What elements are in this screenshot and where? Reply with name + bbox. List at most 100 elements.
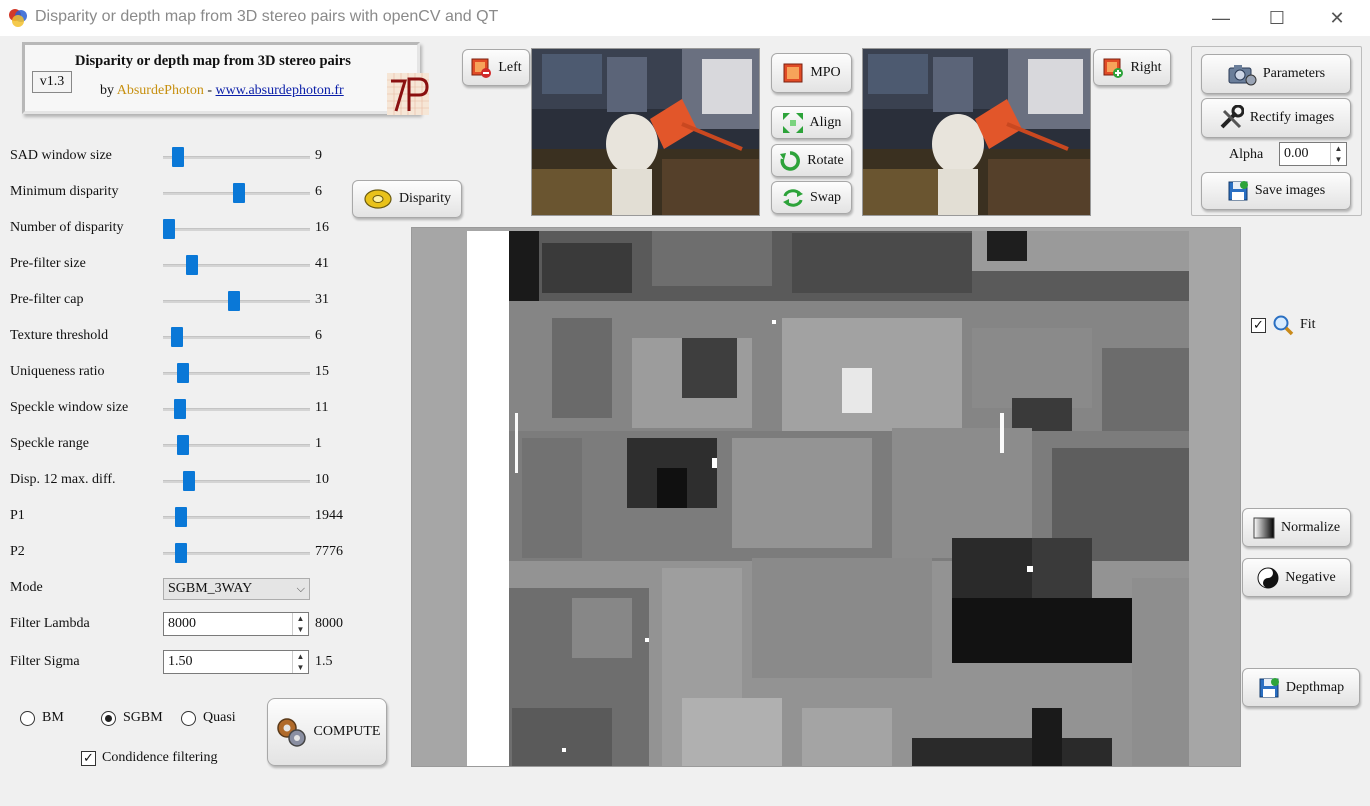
slider-handle[interactable] (172, 147, 184, 167)
swap-button[interactable]: Swap (771, 181, 852, 214)
negative-button[interactable]: Negative (1242, 558, 1351, 597)
compute-button[interactable]: COMPUTE (267, 698, 387, 766)
left-stereo-image (532, 49, 759, 215)
radio-quasi[interactable]: Quasi (181, 710, 236, 726)
right-image-thumbnail[interactable] (862, 48, 1091, 216)
normalize-button[interactable]: Normalize (1242, 508, 1351, 547)
left-image-thumbnail[interactable] (531, 48, 760, 216)
negative-button-label: Negative (1285, 569, 1336, 585)
minimize-button[interactable]: — (1198, 0, 1244, 36)
slider-handle[interactable] (228, 291, 240, 311)
slider-handle[interactable] (183, 471, 195, 491)
slider-label: Texture threshold (10, 328, 109, 343)
rectify-images-button[interactable]: Rectify images (1201, 98, 1351, 138)
slider-value: 31 (315, 292, 329, 307)
load-left-button[interactable]: Left (462, 49, 530, 86)
depthmap-button[interactable]: Depthmap (1242, 668, 1360, 707)
spin-up-icon[interactable]: ▲ (1331, 143, 1346, 154)
slider-handle[interactable] (175, 543, 187, 563)
credits: by AbsurdePhoton - www.absurdephoton.fr (100, 83, 344, 99)
filter-lambda-row: Filter Lambda 8000 ▲ ▼ 8000 (10, 612, 350, 638)
magnifier-icon (1273, 315, 1294, 336)
slider-handle[interactable] (175, 507, 187, 527)
window-title: Disparity or depth map from 3D stereo pa… (35, 8, 499, 25)
slider-value: 11 (315, 400, 329, 415)
alpha-input-value: 0.00 (1284, 146, 1309, 161)
spin-down-icon[interactable]: ▼ (1331, 154, 1346, 165)
slider-handle[interactable] (171, 327, 183, 347)
save-images-button-label: Save images (1254, 183, 1326, 198)
align-button[interactable]: Align (771, 106, 852, 139)
spin-up-icon[interactable]: ▲ (293, 613, 308, 624)
slider-row: Pre-filter cap 31 (10, 290, 350, 312)
slider-handle[interactable] (177, 435, 189, 455)
filter-lambda-input[interactable]: 8000 ▲ ▼ (163, 612, 309, 636)
slider-row: P1 1944 (10, 506, 350, 528)
slider-handle[interactable] (163, 219, 175, 239)
radio-quasi-indicator[interactable] (181, 710, 196, 726)
save-images-button[interactable]: Save images (1201, 172, 1351, 210)
parameters-button-label: Parameters (1262, 66, 1326, 81)
slider-track[interactable] (163, 336, 310, 339)
filter-lambda-value: 8000 (315, 616, 343, 631)
yin-yang-icon (1257, 567, 1279, 588)
spin-up-icon[interactable]: ▲ (293, 651, 308, 662)
spin-buttons[interactable]: ▲ ▼ (1330, 143, 1346, 165)
slider-value: 41 (315, 256, 329, 271)
spin-down-icon[interactable]: ▼ (293, 662, 308, 673)
title-bar: Disparity or depth map from 3D stereo pa… (0, 0, 1370, 36)
absurdephoton-logo (387, 73, 429, 115)
disparity-map-viewer[interactable] (411, 227, 1241, 767)
disparity-button[interactable]: Disparity (352, 180, 462, 218)
author-name: AbsurdePhoton (116, 83, 204, 98)
filter-sigma-value: 1.5 (315, 654, 333, 669)
parameters-button[interactable]: Parameters (1201, 54, 1351, 94)
slider-handle[interactable] (186, 255, 198, 275)
slider-value: 7776 (315, 544, 343, 559)
radio-quasi-label: Quasi (203, 710, 236, 725)
version-badge: v1.3 (32, 71, 72, 93)
slider-handle[interactable] (233, 183, 245, 203)
slider-value: 9 (315, 148, 322, 163)
slider-track[interactable] (163, 156, 310, 159)
load-right-button[interactable]: Right (1093, 49, 1171, 86)
image-add-icon (1103, 58, 1124, 78)
alpha-input[interactable]: 0.00 ▲ ▼ (1279, 142, 1347, 166)
credits-separator: - (203, 83, 216, 98)
filter-lambda-input-value: 8000 (168, 616, 196, 631)
checkbox-check-icon[interactable]: ✓ (81, 750, 96, 766)
confidence-filtering-checkbox[interactable]: ✓ Condidence filtering (81, 750, 217, 766)
slider-row: Minimum disparity 6 (10, 182, 350, 204)
rotate-icon (780, 150, 801, 171)
checkbox-check-icon[interactable]: ✓ (1251, 317, 1266, 333)
slider-row: Number of disparity 16 (10, 218, 350, 240)
spin-buttons[interactable]: ▲ ▼ (292, 651, 308, 673)
fit-checkbox[interactable]: ✓ Fit (1251, 314, 1316, 336)
mpo-button[interactable]: MPO (771, 53, 852, 93)
mode-select[interactable]: SGBM_3WAY ⌵ (163, 578, 310, 600)
slider-label: SAD window size (10, 148, 112, 163)
radio-bm-indicator[interactable] (20, 710, 35, 726)
radio-bm[interactable]: BM (20, 710, 64, 726)
slider-track[interactable] (163, 228, 310, 231)
radio-sgbm-indicator[interactable] (101, 710, 116, 726)
website-link[interactable]: www.absurdephoton.fr (216, 83, 344, 98)
radio-sgbm[interactable]: SGBM (101, 710, 163, 726)
slider-label: Speckle window size (10, 400, 129, 415)
filter-sigma-input[interactable]: 1.50 ▲ ▼ (163, 650, 309, 674)
close-button[interactable]: ✕ (1314, 0, 1360, 36)
slider-handle[interactable] (177, 363, 189, 383)
rotate-button[interactable]: Rotate (771, 144, 852, 177)
spin-down-icon[interactable]: ▼ (293, 624, 308, 635)
right-stereo-image (863, 49, 1090, 215)
right-button-label: Right (1130, 59, 1162, 75)
slider-handle[interactable] (174, 399, 186, 419)
floppy-save-icon (1259, 677, 1279, 697)
gears-icon (276, 718, 306, 747)
credits-by: by (100, 83, 117, 98)
spin-buttons[interactable]: ▲ ▼ (292, 613, 308, 635)
slider-row: Speckle window size 11 (10, 398, 350, 420)
filter-sigma-label: Filter Sigma (10, 654, 80, 669)
maximize-button[interactable]: ☐ (1254, 0, 1300, 36)
align-icon (782, 112, 803, 133)
